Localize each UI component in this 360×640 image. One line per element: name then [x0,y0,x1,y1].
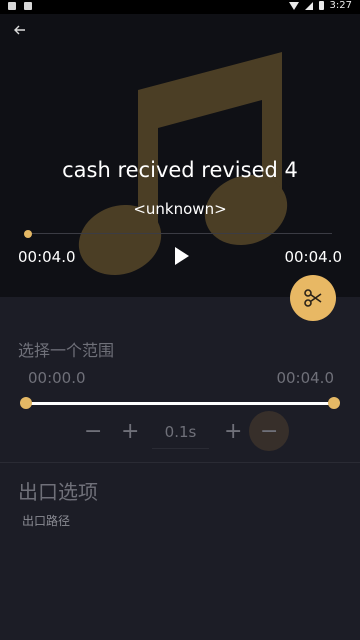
battery-icon [318,1,324,10]
app-notification-icon [24,2,32,10]
signal-icon [304,1,313,10]
total-time: 00:04.0 [284,248,342,266]
back-button[interactable] [14,22,32,40]
arrow-left-icon [14,25,25,35]
track-artist: <unknown> [133,200,227,218]
range-end-handle[interactable] [328,397,340,409]
range-section-title: 选择一个范围 [18,341,115,360]
track-title: cash recived revised 4 [62,158,298,182]
export-options-title: 出口选项 [18,480,98,504]
status-time: 3:27 [329,0,352,11]
start-decrement-button[interactable]: − [84,416,102,448]
status-bar: 3:27 [0,0,360,14]
cut-button[interactable] [290,275,336,321]
section-divider [0,462,360,463]
range-end-time: 00:04.0 [276,369,334,387]
seek-bar[interactable] [28,233,332,234]
status-left-icons [8,2,32,10]
current-time: 00:04.0 [18,248,76,266]
seek-knob[interactable] [24,230,32,238]
range-start-handle[interactable] [20,397,32,409]
export-path-label[interactable]: 出口路径 [22,512,70,529]
end-increment-button[interactable]: + [224,416,242,448]
wifi-icon [288,1,299,10]
play-icon [175,247,189,265]
start-increment-button[interactable]: + [121,416,139,448]
player-header: cash recived revised 4 <unknown> 00:04.0… [0,14,360,297]
range-start-time: 00:00.0 [28,369,86,387]
step-size-field[interactable]: 0.1s [152,416,209,449]
end-decrement-button[interactable]: − [260,416,278,448]
image-notification-icon [8,2,16,10]
scissors-icon [304,289,322,307]
play-button[interactable] [172,246,192,266]
status-right: 3:27 [288,0,352,11]
range-slider-track[interactable] [26,402,336,405]
